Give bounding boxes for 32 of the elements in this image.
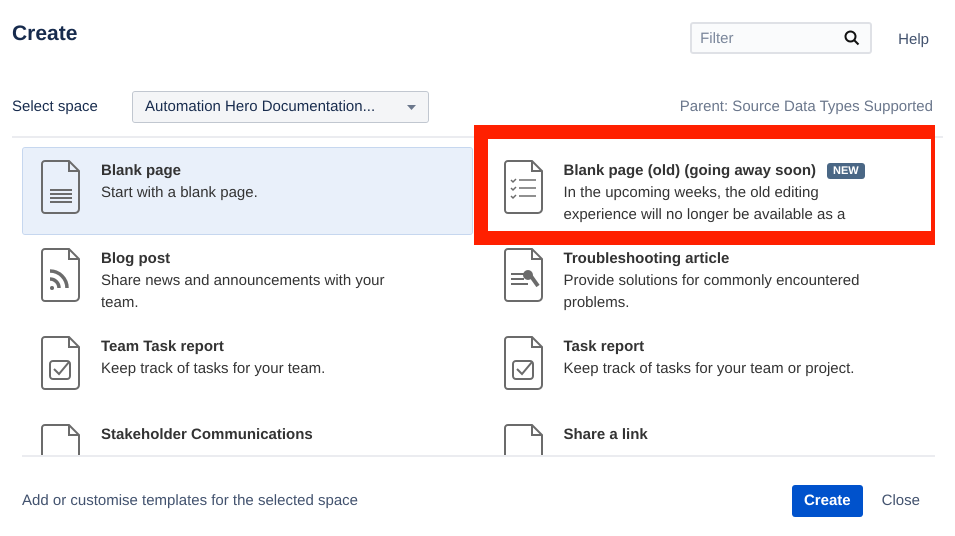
template-description: Keep track of tasks for your team or project. [564, 359, 854, 379]
parent-page-text: Parent: Source Data Types Supported [680, 96, 933, 117]
select-space-label: Select space [12, 96, 99, 117]
template-title: Troubleshooting article [564, 249, 730, 269]
template-title: Blog post [101, 249, 170, 269]
template-item[interactable]: Stakeholder Communications [22, 411, 472, 455]
template-description: Keep track of tasks for your team. [101, 359, 326, 379]
template-title: Blank page (old) (going away soon) [564, 161, 816, 181]
template-description: Start with a blank page. [101, 183, 258, 203]
template-title: Blank page [101, 161, 182, 181]
template-description: Provide solutions for commonly encountered problems. [564, 271, 860, 313]
template-item[interactable]: Troubleshooting article Provide solutions for commonly encountered problems. [484, 235, 935, 323]
template-description: Share news and announcements with your team. [101, 271, 386, 313]
template-item[interactable]: Blank page (old) (going away soon) NEW In the upcoming weeks, the old editing experience will no longer be available as a [484, 147, 935, 235]
template-item[interactable]: Blog post Share news and announcements with your team. [22, 235, 472, 323]
new-badge: NEW [827, 163, 865, 179]
template-title: Share a link [564, 425, 648, 445]
template-item[interactable]: Blank page Start with a blank page. [22, 147, 472, 235]
template-item[interactable]: Team Task report Keep track of tasks for your team. [22, 323, 472, 411]
filter-field[interactable]: Filter [690, 22, 872, 54]
template-item[interactable]: Share a link [484, 411, 935, 455]
help-link[interactable]: Help [898, 28, 929, 52]
close-button[interactable]: Close [870, 485, 931, 517]
create-button[interactable]: Create [792, 485, 863, 517]
dialog-title: Create [12, 22, 78, 46]
template-item[interactable]: Task report Keep track of tasks for your team or project. [484, 323, 935, 411]
template-title: Stakeholder Communications [101, 425, 313, 445]
space-dropdown[interactable]: Automation Hero Documentation... [132, 91, 429, 123]
customise-templates-link[interactable]: Add or customise templates for the selected space [22, 490, 358, 512]
template-title: Team Task report [101, 337, 224, 357]
template-title: Task report [564, 337, 644, 357]
template-description: In the upcoming weeks, the old editing experience will no longer be available as a [564, 183, 846, 225]
